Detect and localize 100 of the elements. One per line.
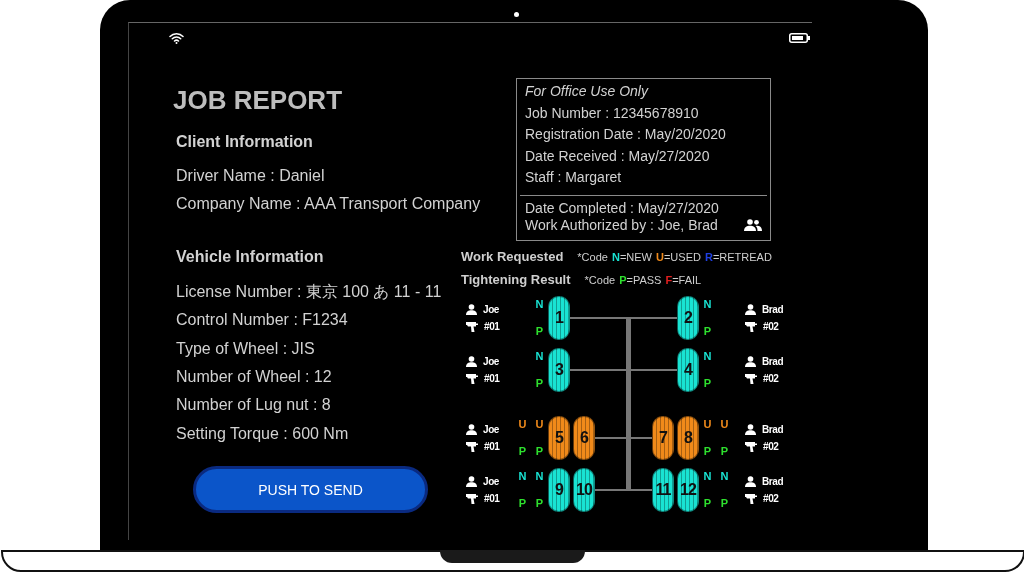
result-code: P xyxy=(535,445,544,458)
section-heading: Tightening Result xyxy=(461,272,571,287)
result-code: P xyxy=(535,325,544,338)
tire: 5 xyxy=(548,416,570,460)
section-heading: Vehicle Information xyxy=(176,246,325,267)
work-code: N xyxy=(703,298,712,311)
result-code: P xyxy=(703,325,712,338)
work-code: N xyxy=(535,470,544,483)
code-meaning: =USED xyxy=(663,251,701,263)
info-text: Date Received : May/27/2020 xyxy=(524,146,711,166)
person-icon xyxy=(745,424,756,435)
info-text: Job Number : 12345678910 xyxy=(524,103,700,123)
wifi-icon xyxy=(169,32,184,44)
section-heading: Client Information xyxy=(176,132,314,152)
info-text: Registration Date : May/20/2020 xyxy=(524,125,727,145)
tire: 12 xyxy=(677,468,699,512)
code-letter: P xyxy=(619,274,627,286)
info-text: Work Authorized by : Joe, Brad xyxy=(524,216,718,234)
result-code: P xyxy=(703,497,712,510)
info-text: Driver Name : Daniel xyxy=(176,166,326,186)
result-code: P xyxy=(703,377,712,390)
info-text: Number of Wheel : 12 xyxy=(176,367,333,388)
code-letter: F xyxy=(665,274,673,286)
info-text: Company Name : AAA Transport Company xyxy=(176,194,481,215)
result-code: P xyxy=(535,497,544,510)
person-icon xyxy=(466,424,477,435)
person-icon xyxy=(745,356,756,367)
battery-icon xyxy=(789,33,810,43)
tool-number: #01 xyxy=(484,373,500,384)
drill-icon xyxy=(466,441,478,452)
work-code: N xyxy=(518,470,527,483)
operator-name: Joe xyxy=(483,356,500,367)
drill-icon xyxy=(745,493,757,504)
info-text: Date Completed : May/27/2020 xyxy=(524,199,720,217)
operator-name: Brad xyxy=(762,476,784,487)
result-code: P xyxy=(535,377,544,390)
tire: 4 xyxy=(677,348,699,392)
send-button[interactable]: PUSH TO SEND xyxy=(193,466,428,514)
drill-icon xyxy=(466,321,478,332)
tool-number: #02 xyxy=(763,373,779,384)
box-heading: For Office Use Only xyxy=(524,82,650,101)
operator-name: Joe xyxy=(483,304,500,315)
info-text: Setting Torque : 600 Nm xyxy=(176,423,350,444)
drill-icon xyxy=(466,493,478,504)
work-code: N xyxy=(703,470,712,483)
code-meaning: =NEW xyxy=(619,251,652,263)
result-code: P xyxy=(518,445,527,458)
tire: 7 xyxy=(652,416,674,460)
code-letter: N xyxy=(611,251,620,263)
operator-name: Brad xyxy=(762,304,784,315)
tire: 10 xyxy=(573,468,595,512)
code-meaning: =PASS xyxy=(626,274,662,286)
operator-name: Brad xyxy=(762,356,784,367)
info-text: Type of Wheel : JIS xyxy=(176,338,316,359)
operator-name: Brad xyxy=(762,424,784,435)
work-code: U xyxy=(703,418,712,431)
tire: 9 xyxy=(548,468,570,512)
tire: 11 xyxy=(652,468,674,512)
tire: 1 xyxy=(548,296,570,340)
people-icon xyxy=(744,219,762,232)
legend-label: *Code xyxy=(584,274,616,286)
info-text: License Number : 東京 100 あ 11 - 11 xyxy=(176,281,442,302)
work-code: U xyxy=(518,418,527,431)
person-icon xyxy=(466,476,477,487)
legend-label: *Code xyxy=(577,251,608,263)
tool-number: #02 xyxy=(763,441,779,452)
work-code: N xyxy=(535,350,544,363)
tire: 8 xyxy=(677,416,699,460)
work-code: N xyxy=(703,350,712,363)
tool-number: #01 xyxy=(484,441,500,452)
tool-number: #02 xyxy=(763,321,779,332)
result-code: P xyxy=(720,497,729,510)
work-code: U xyxy=(720,418,729,431)
person-icon xyxy=(745,304,756,315)
tool-number: #01 xyxy=(484,493,500,504)
tire: 2 xyxy=(677,296,699,340)
info-text: Staff : Margaret xyxy=(524,168,623,188)
drill-icon xyxy=(745,373,757,384)
info-text: Number of Lug nut : 8 xyxy=(176,395,332,416)
tool-number: #01 xyxy=(484,321,500,332)
page-title: JOB REPORT xyxy=(173,85,343,115)
tire: 6 xyxy=(573,416,595,460)
drill-icon xyxy=(745,321,757,332)
tool-number: #02 xyxy=(763,493,779,504)
info-text: Control Number : F1234 xyxy=(176,310,349,331)
result-code: P xyxy=(518,497,527,510)
drill-icon xyxy=(745,441,757,452)
person-icon xyxy=(745,476,756,487)
work-code: N xyxy=(720,470,729,483)
code-letter: U xyxy=(655,251,664,263)
result-code: P xyxy=(720,445,729,458)
person-icon xyxy=(466,304,477,315)
operator-name: Joe xyxy=(483,476,500,487)
code-meaning: =FAIL xyxy=(672,274,702,286)
code-letter: R xyxy=(704,251,713,263)
work-code: U xyxy=(535,418,544,431)
person-icon xyxy=(466,356,477,367)
camera-dot xyxy=(514,12,519,17)
code-meaning: =RETREAD xyxy=(712,251,772,263)
section-heading: Work Requested xyxy=(461,249,564,264)
